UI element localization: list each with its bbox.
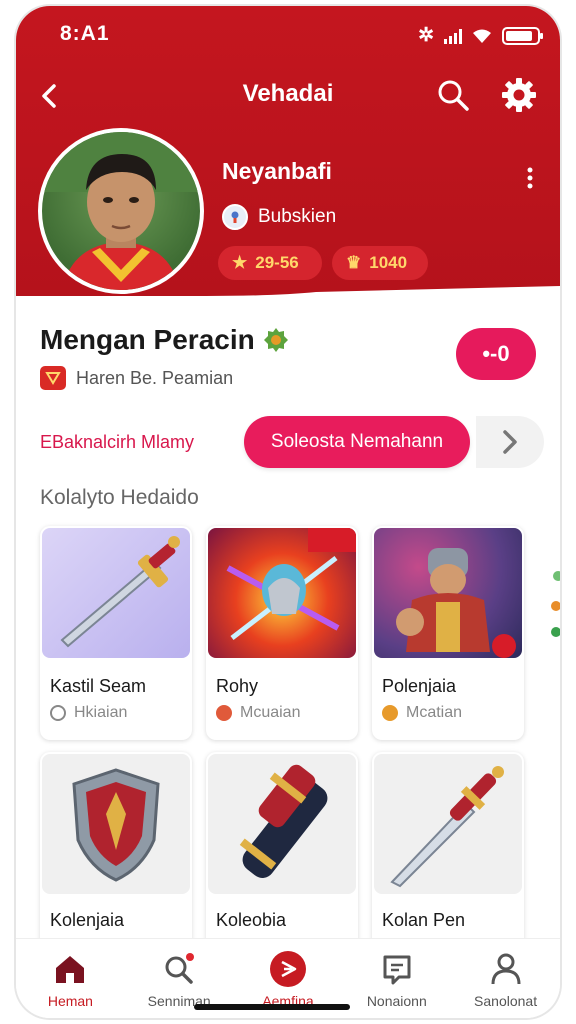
item-name: Rohy [216,676,259,696]
primary-cta-button[interactable]: Soleosta Nemahann [244,416,470,468]
gear-icon[interactable] [500,76,538,114]
home-indicator[interactable] [194,1004,350,1010]
top-navbar: Vehadai [16,70,560,122]
stat-rating-value: 29-56 [255,253,299,272]
item-name: Kolenjaia [50,910,125,930]
star-icon: ★ [232,253,248,272]
role-badge-icon [222,204,248,230]
chevron-right-icon [503,430,517,454]
fire-icon [216,705,232,721]
search-icon[interactable] [434,76,472,114]
section-subtitle-text: Haren Be. Peamian [76,367,234,388]
item-meta: Hkiaian [50,704,127,722]
item-card[interactable]: Rohy Mcuaian [206,526,358,740]
item-meta: Mcuaian [216,704,300,722]
item-name: Kastil Seam [50,676,147,696]
item-name: Kolan Pen [382,910,466,930]
home-icon [56,956,85,983]
flag-icon [40,366,66,390]
stat-badge-points: ♛ 1040 [332,246,428,280]
status-bar: 8:A1 ✲ [16,18,560,50]
item-meta: Mcatian [382,704,462,722]
battery-icon [502,26,543,45]
item-card[interactable]: Koleobia [206,752,358,952]
status-icons: ✲ [418,24,543,47]
tab-home[interactable]: Heman [16,939,125,1018]
item-name: Koleobia [216,910,287,930]
play-icon [269,951,306,987]
item-card[interactable]: Kastil Seam Hkiaian [40,526,192,740]
item-meta-text: Hkiaian [74,704,128,721]
dagger-image [374,754,522,894]
status-time: 8:A1 [60,22,110,45]
follow-toggle-button[interactable]: •-0 [456,328,536,380]
role-label: Bubskien [258,206,337,227]
section-title-text: Mengan Peracin [40,324,255,355]
item-name: Polenjaia [382,676,457,696]
item-meta-text: Mcuaian [240,704,301,721]
sword-image [42,528,190,658]
scroll-image [208,754,356,894]
wifi-icon [473,29,491,43]
helmet-image [208,528,356,658]
item-card[interactable]: Polenjaia Mcatian [372,526,524,740]
section-subtitle: Haren Be. Peamian [40,366,233,390]
warrior-image [374,528,522,658]
tab-label: Sanolonat [474,993,538,1009]
phone-screen: 8:A1 ✲ Vehadai Neyanbafi Bubskien ★ 29-5… [16,6,560,1018]
section-title: Mengan Peracin [40,324,289,356]
bluetooth-icon: ✲ [418,25,434,46]
avatar[interactable] [38,128,204,294]
search-icon [165,953,195,984]
shield-image [42,754,190,894]
more-options-icon[interactable] [526,166,534,190]
next-button[interactable] [476,416,544,468]
avatar-portrait [42,132,200,290]
item-meta-text: Mcatian [406,704,463,721]
action-row: EBaknalcirh Mlamy Soleosta Nemahann [36,416,544,470]
page-title: Vehadai [242,80,334,107]
chat-icon [383,955,411,985]
tab-messages[interactable]: Nonaionn [342,939,451,1018]
stat-points-value: 1040 [369,253,408,272]
tab-label: Nonaionn [366,993,427,1009]
next-card-peek [551,571,560,637]
list-title: Kolalyto Hedaido [40,486,199,509]
action-link[interactable]: EBaknalcirh Mlamy [40,432,194,453]
profile-role: Bubskien [222,204,336,230]
signal-icon [444,28,462,44]
item-card[interactable]: Kolenjaia [40,752,192,952]
tab-profile[interactable]: Sanolonat [451,939,560,1018]
profile-name: Neyanbafi [222,158,332,184]
item-card[interactable]: Kolan Pen [372,752,524,952]
profile-icon [491,953,521,985]
medal-icon [382,705,398,721]
tab-label: Heman [47,993,93,1009]
verified-badge-icon [263,328,288,352]
trophy-icon: ♛ [346,253,362,272]
clock-icon [50,705,66,721]
stat-badge-rating: ★ 29-56 [218,246,322,280]
